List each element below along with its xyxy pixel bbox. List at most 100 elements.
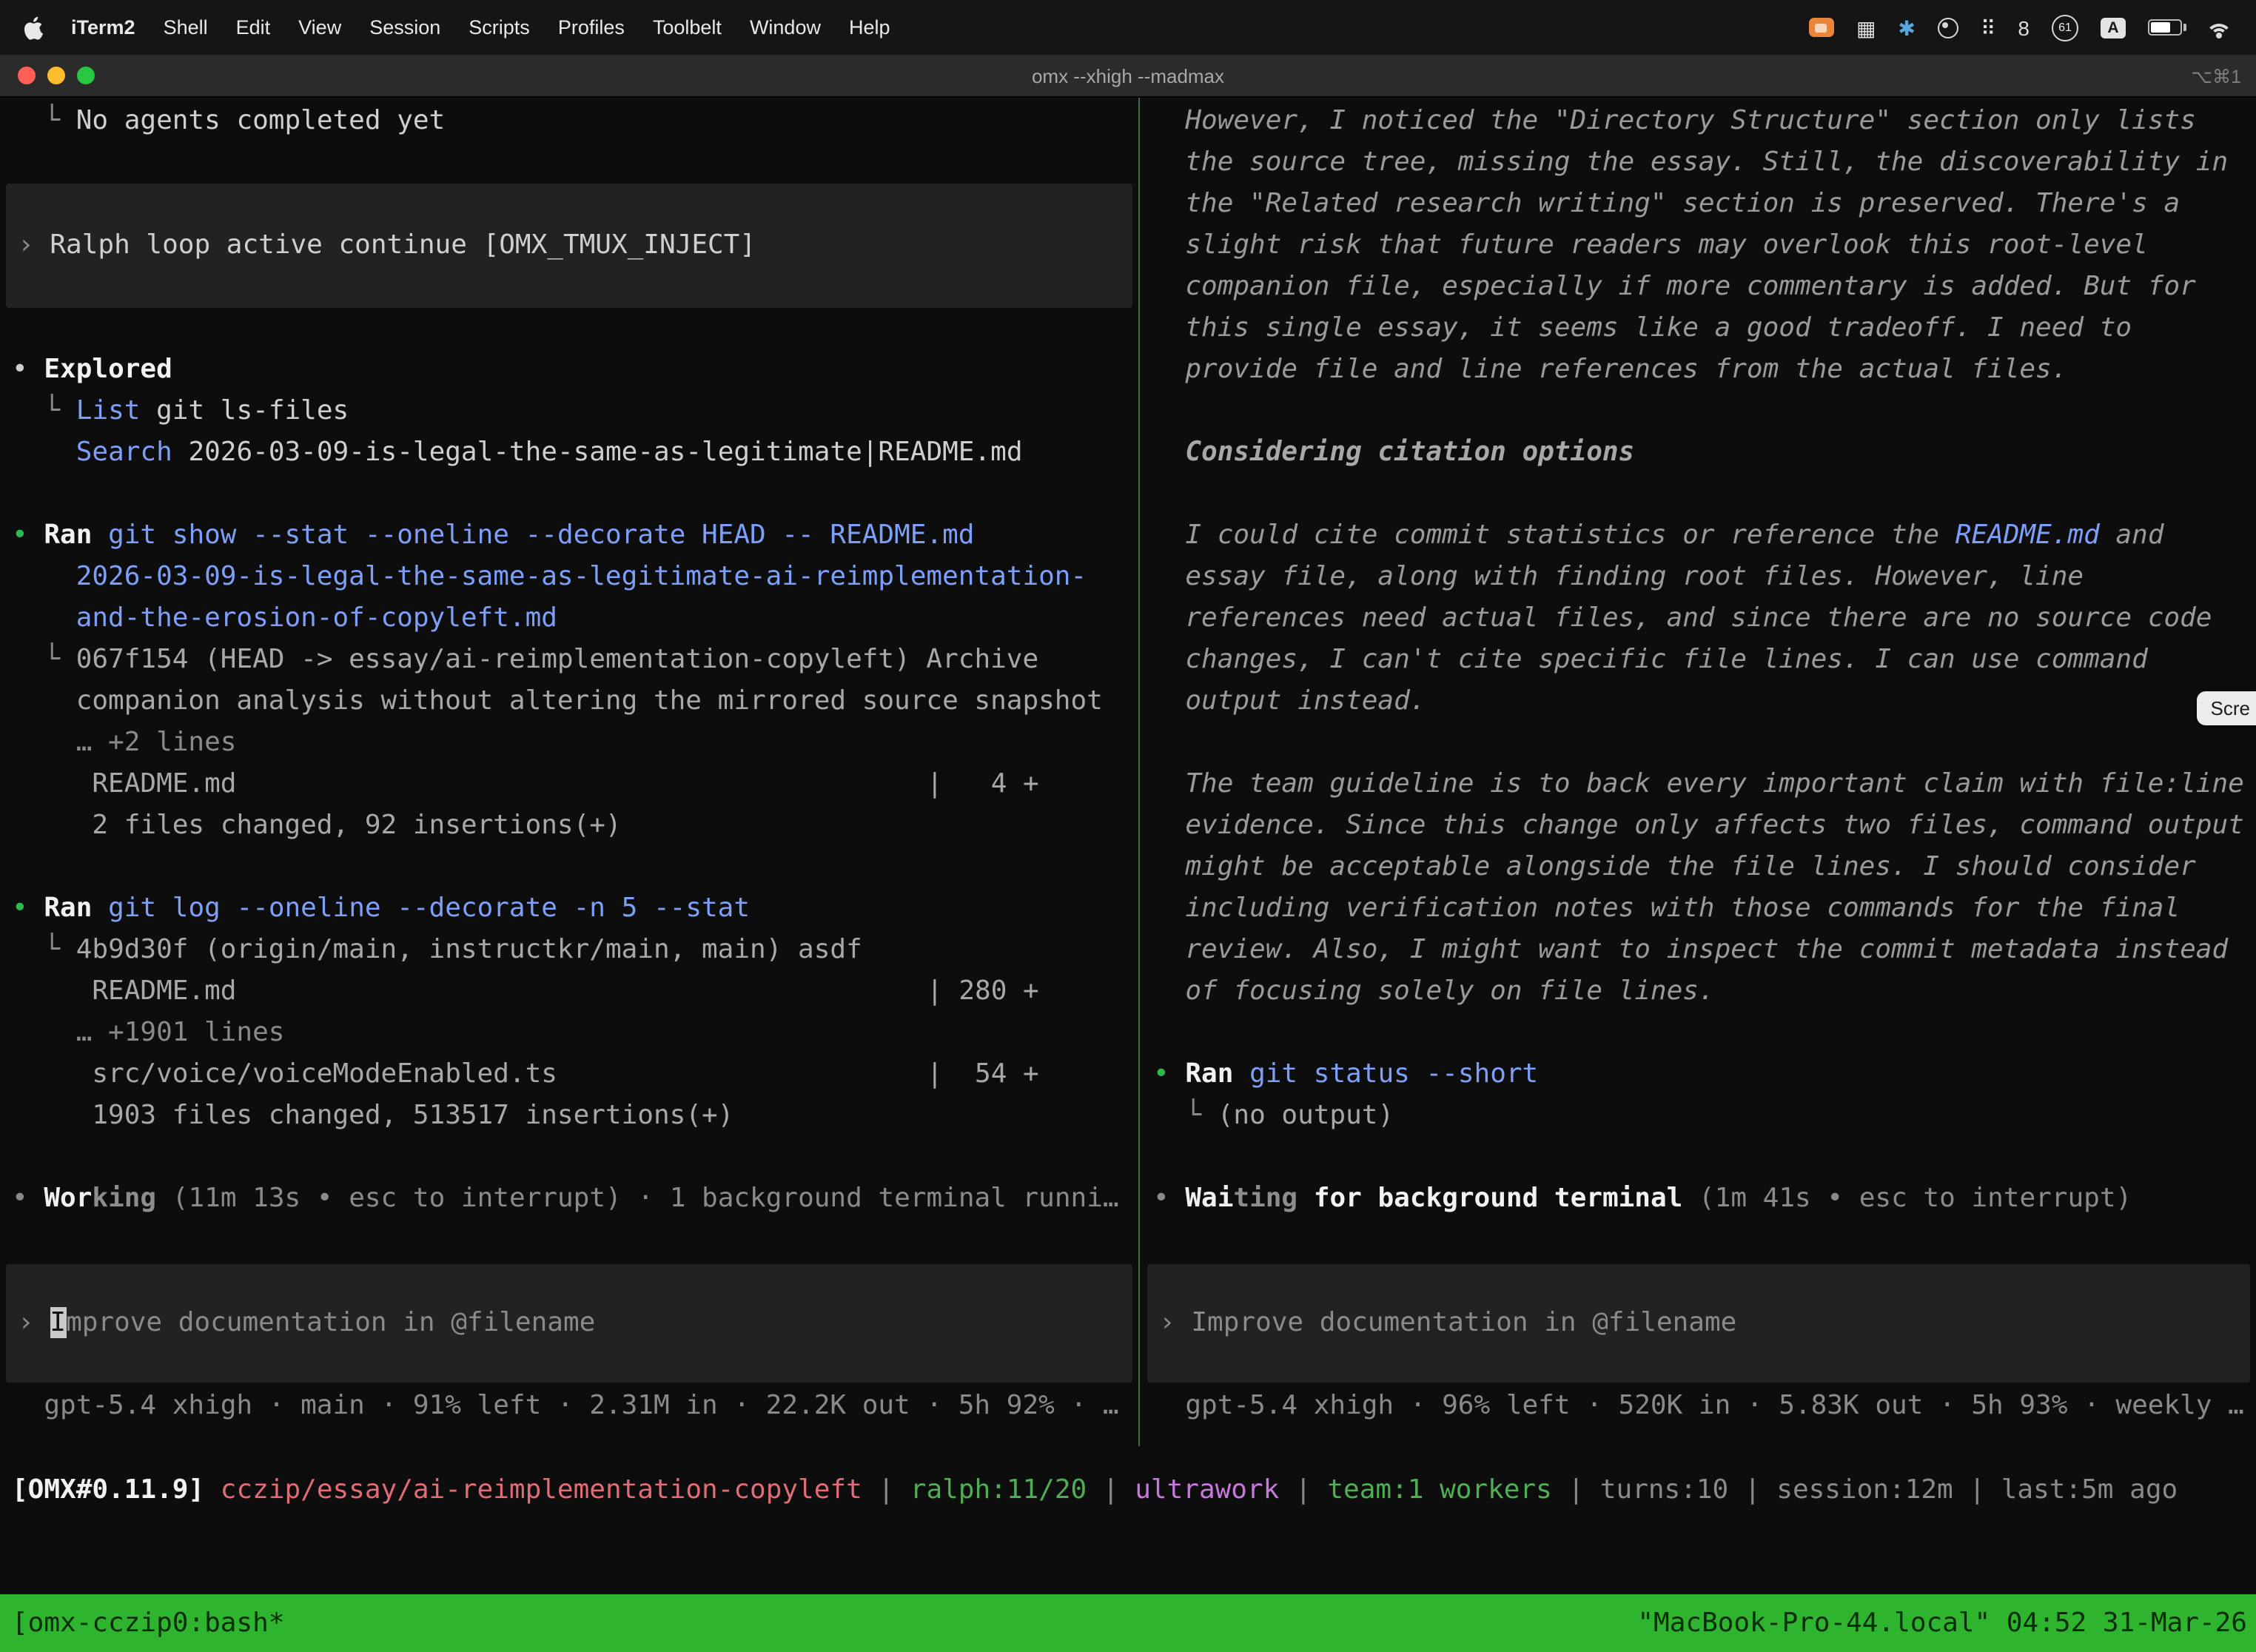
terminal-line: the source tree, missing the essay. Stil… [1153, 142, 2244, 184]
text-span: (1m 41s • esc to interrupt) [1682, 1183, 2132, 1214]
text-span: • [1153, 1058, 1185, 1089]
terminal-line: › Improve documentation in @filename [18, 1303, 1121, 1344]
text-span: The team guideline is to back every impo… [1153, 768, 2244, 799]
text-span: provide file and line references from th… [1153, 354, 2067, 385]
terminal-line: gpt-5.4 xhigh · main · 91% left · 2.31M … [12, 1386, 1127, 1427]
text-span: 4b9d30f (origin/main, instructkr/main, m… [76, 934, 862, 965]
omx-status-bar: [OMX#0.11.9] cczip/essay/ai-reimplementa… [0, 1470, 2256, 1511]
terminal-line: [OMX#0.11.9] cczip/essay/ai-reimplementa… [12, 1470, 2256, 1511]
right-pane[interactable]: However, I noticed the "Directory Struct… [1140, 98, 2256, 1446]
text-span: git log --oneline --decorate -n 5 --stat [92, 893, 750, 924]
close-button[interactable] [18, 67, 36, 84]
terminal-line: 1903 files changed, 513517 insertions(+) [12, 1095, 1127, 1137]
terminal-line: output instead. [1153, 681, 2244, 722]
apple-menu-icon[interactable] [24, 16, 43, 39]
menu-item-scripts[interactable]: Scripts [469, 16, 530, 38]
menu-item-session[interactable]: Session [369, 16, 440, 38]
zoom-button[interactable] [77, 67, 95, 84]
tmux-status-bar: [omx-cczip0:bash* "MacBook-Pro-44.local"… [0, 1594, 2256, 1652]
menu-item-view[interactable]: View [298, 16, 341, 38]
text-span: gpt-5.4 xhigh · main · 91% left · 2.31M … [12, 1390, 1119, 1421]
menu-item-toolbelt[interactable]: Toolbelt [653, 16, 722, 38]
text-span: this single essay, it seems like a good … [1153, 312, 2132, 343]
tmux-session-label: [omx-cczip0:bash* [12, 1608, 284, 1639]
battery-icon[interactable] [2148, 19, 2182, 36]
terminal-line: 2026-03-09-is-legal-the-same-as-legitima… [12, 557, 1127, 598]
text-span: I could cite commit statistics or refere… [1153, 520, 1955, 551]
wifi-icon[interactable] [2204, 17, 2232, 38]
menu-item-shell[interactable]: Shell [164, 16, 208, 38]
git-log-block: • Ran git log --oneline --decorate -n 5 … [12, 888, 1127, 1137]
text-span: | [1728, 1474, 1776, 1505]
terminal-line: • Ran git show --stat --oneline --decora… [12, 515, 1127, 557]
terminal-line: evidence. Since this change only affects… [1153, 805, 2244, 847]
menu-item-window[interactable]: Window [750, 16, 821, 38]
input-source-icon[interactable]: A [2101, 17, 2126, 38]
window-title-bar: omx --xhigh --madmax ⌥⌘1 [0, 55, 2256, 98]
text-span [12, 437, 76, 468]
menu-bar-menus: iTerm2 Shell Edit View Session Scripts P… [24, 16, 890, 39]
text-span: › [1159, 1307, 1191, 1338]
text-span: team:1 workers [1327, 1474, 1551, 1505]
text-span: and-the-erosion-of-copyleft.md [12, 602, 557, 634]
left-pane[interactable]: └ No agents completed yet › Ralph loop a… [0, 98, 1138, 1446]
terminal-line: Considering citation options [1153, 432, 2244, 474]
reasoning-paragraph-2: I could cite commit statistics or refere… [1153, 515, 2244, 722]
text-span: last:5m ago [2001, 1474, 2178, 1505]
menu-item-help[interactable]: Help [849, 16, 890, 38]
text-span: | [1552, 1474, 1600, 1505]
grid-icon[interactable]: ▦ [1856, 17, 1876, 38]
text-span: turns:10 [1600, 1474, 1728, 1505]
terminal-line: I could cite commit statistics or refere… [1153, 515, 2244, 557]
reasoning-paragraph-3: The team guideline is to back every impo… [1153, 764, 2244, 1013]
terminal-line: essay file, along with finding root file… [1153, 557, 2244, 598]
text-span: However, I noticed the "Directory Struct… [1153, 105, 2196, 136]
terminal-line: gpt-5.4 xhigh · 96% left · 520K in · 5.8… [1153, 1386, 2244, 1427]
terminal-line: The team guideline is to back every impo… [1153, 764, 2244, 805]
screen-recording-icon[interactable] [1809, 18, 1834, 37]
prompt-input-right[interactable]: › Improve documentation in @filename [1147, 1264, 2250, 1383]
text-span: • [1153, 1183, 1185, 1214]
menu-item-app[interactable]: iTerm2 [71, 16, 135, 38]
text-span: … +1901 lines [12, 1017, 284, 1048]
ralph-inject-banner: › Ralph loop active continue [OMX_TMUX_I… [6, 184, 1132, 308]
clipped-popup: Scre [2198, 691, 2256, 725]
text-span: review. Also, I might want to inspect th… [1153, 934, 2228, 965]
terminal-line: └ No agents completed yet [12, 101, 1127, 142]
terminal-line: … +1901 lines [12, 1013, 1127, 1054]
text-span: | [1279, 1474, 1327, 1505]
traffic-lights [18, 67, 95, 84]
text-span: └ [12, 934, 76, 965]
text-span: README.md [12, 764, 927, 805]
text-span: [OMX#0.11.9] [12, 1474, 204, 1505]
menu-item-profiles[interactable]: Profiles [558, 16, 625, 38]
terminal-line: references need actual files, and since … [1153, 598, 2244, 639]
text-span: (11m 13s • esc to interrupt) · 1 backgro… [156, 1183, 1118, 1214]
text-span: git ls-files [140, 395, 349, 426]
text-span: cczip/essay/ai-reimplementation-copyleft [221, 1474, 862, 1505]
text-span: Ran [1185, 1058, 1233, 1089]
count-8-icon[interactable]: 8 [2018, 17, 2030, 38]
text-span: README.md [12, 971, 927, 1013]
text-span: changes, I can't cite specific file line… [1153, 644, 2148, 675]
dots-grid-icon[interactable]: ⠿ [1981, 17, 1996, 38]
text-span: | [862, 1474, 910, 1505]
git-status-block: • Ran git status --short └ (no output) [1153, 1054, 2244, 1137]
text-span: Ralph loop active continue [OMX_TMUX_INJ… [50, 229, 756, 261]
text-span: ralph:11/20 [910, 1474, 1087, 1505]
circle-app-icon[interactable] [1938, 17, 1958, 38]
menu-bar: iTerm2 Shell Edit View Session Scripts P… [0, 0, 2256, 55]
text-span: Wai [1185, 1183, 1233, 1214]
terminal-line: • Explored [12, 349, 1127, 391]
menu-item-edit[interactable]: Edit [236, 16, 271, 38]
text-span: companion file, especially if more comme… [1153, 271, 2196, 302]
blue-asterisk-icon[interactable]: ✱ [1898, 17, 1915, 38]
prompt-input-left[interactable]: › Improve documentation in @filename [6, 1264, 1132, 1383]
text-span: Improve documentation in @filename [1191, 1307, 1736, 1338]
battery-gauge-icon[interactable]: 61 [2052, 14, 2078, 41]
minimize-button[interactable] [47, 67, 65, 84]
terminal-line: this single essay, it seems like a good … [1153, 308, 2244, 349]
text-span: Search [76, 437, 172, 468]
text-span: └ [12, 395, 76, 426]
terminal-line: review. Also, I might want to inspect th… [1153, 930, 2244, 971]
